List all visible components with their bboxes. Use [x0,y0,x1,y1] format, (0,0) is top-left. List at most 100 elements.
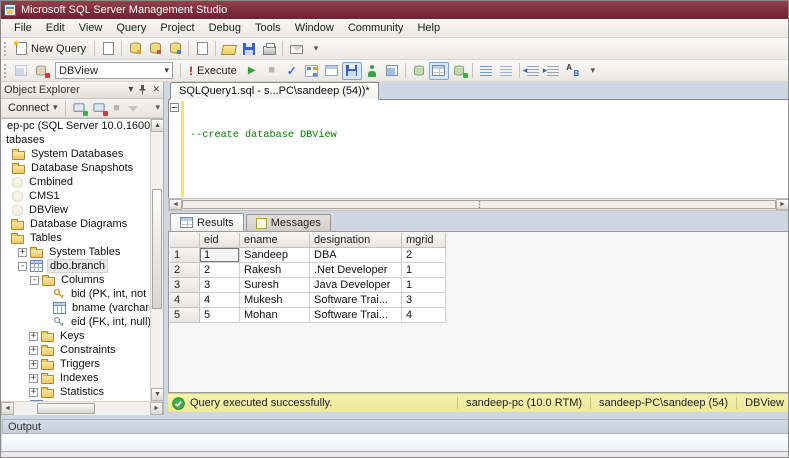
menu-window[interactable]: Window [288,20,341,36]
tree-horizontal-scrollbar[interactable] [1,401,163,415]
change-connection-icon[interactable] [31,62,51,80]
sql-editor[interactable]: --create database DBView --create table … [168,100,788,198]
grid-column-header[interactable]: mgrid [402,233,446,248]
grid-cell[interactable]: Mukesh [240,293,310,308]
scrollbar-thumb[interactable] [37,403,95,414]
tree-item-constraints[interactable]: + Constraints [1,343,163,357]
results-to-grid-icon[interactable] [428,61,449,80]
menu-help[interactable]: Help [410,20,447,36]
envelope-icon[interactable] [286,40,306,58]
scroll-right-icon[interactable] [776,199,788,210]
tree-item-triggers[interactable]: + Triggers [1,357,163,371]
save-icon[interactable] [239,40,259,58]
grid-column-header[interactable]: eid [200,233,240,248]
expander-icon[interactable]: + [29,373,38,383]
outline-collapse-icon[interactable] [170,103,179,112]
document-tab[interactable]: SQLQuery1.sql - s...PC\sandeep (54))* [170,82,379,100]
expander-icon[interactable]: + [29,387,38,397]
grid-cell[interactable]: 2 [402,248,446,263]
row-header[interactable]: 1 [170,248,200,263]
grid-cell[interactable]: 1 [402,278,446,293]
expander-icon[interactable]: + [29,331,38,341]
analysis-services-xmla-query-icon[interactable] [165,40,185,58]
tree-item-bid-column[interactable]: bid (PK, int, not n [1,287,163,301]
grid-cell[interactable]: 1 [200,248,240,263]
grid-cell[interactable]: 4 [402,308,446,323]
toolbar-grip[interactable] [4,41,7,56]
grid-cell[interactable]: 3 [402,293,446,308]
tree-item-databases[interactable]: tabases [1,133,163,147]
decrease-indent-icon[interactable] [523,62,543,80]
menu-query[interactable]: Query [109,20,153,36]
row-header[interactable]: 4 [170,293,200,308]
menu-project[interactable]: Project [153,20,201,36]
parse-query-icon[interactable] [282,62,302,80]
toolbar-grip[interactable] [4,63,7,78]
increase-indent-icon[interactable] [543,62,563,80]
menu-file[interactable]: File [7,20,39,36]
scroll-right-icon[interactable] [150,402,163,415]
database-engine-query-icon[interactable] [98,40,118,58]
execute-button[interactable]: ! Execute [184,62,242,80]
tree-item-database-diagrams[interactable]: Database Diagrams [1,217,163,231]
results-to-text-icon[interactable] [409,62,429,80]
grid-cell[interactable]: .Net Developer [310,263,402,278]
analyze-query-dta-icon[interactable] [362,62,382,80]
connect-button[interactable]: Connect [4,101,62,115]
tree-item-cms1[interactable]: CMS1 [1,189,163,203]
tree-item-indexes[interactable]: + Indexes [1,371,163,385]
expander-icon[interactable]: - [18,261,27,271]
grid-cell[interactable]: 2 [200,263,240,278]
grid-cell[interactable]: Sandeep [240,248,310,263]
tree-item-system-tables[interactable]: + System Tables [1,245,163,259]
grid-column-header[interactable]: ename [240,233,310,248]
grid-cell[interactable]: Software Trai... [310,293,402,308]
row-header[interactable]: 5 [170,308,200,323]
window-position-icon[interactable] [128,85,133,95]
tree-item-system-databases[interactable]: System Databases [1,147,163,161]
grid-cell[interactable]: 4 [200,293,240,308]
debug-play-icon[interactable] [242,62,262,80]
editor-horizontal-scrollbar[interactable] [168,198,788,211]
display-estimated-plan-icon[interactable] [302,62,322,80]
tree-item-statistics[interactable]: + Statistics [1,385,163,399]
tree-item-columns[interactable]: - Columns [1,273,163,287]
scroll-left-icon[interactable] [1,402,14,415]
close-icon[interactable] [152,85,160,95]
expander-icon[interactable]: + [18,247,27,257]
expander-icon[interactable]: - [30,275,39,285]
tree-item-dbview[interactable]: DBView [1,203,163,217]
grid-column-header[interactable]: designation [310,233,402,248]
scroll-up-icon[interactable] [151,119,163,132]
grid-cell[interactable]: DBA [310,248,402,263]
tree-item-eid-column[interactable]: eid (FK, int, null) [1,315,163,329]
menu-tools[interactable]: Tools [248,20,288,36]
grid-cell[interactable]: 3 [200,278,240,293]
tab-messages[interactable]: Messages [245,214,331,231]
connect-object-icon[interactable] [69,100,89,117]
row-header[interactable]: 2 [170,263,200,278]
toolbar-overflow-icon[interactable] [583,62,603,80]
comment-lines-icon[interactable] [476,62,496,80]
grid-cell[interactable]: 5 [200,308,240,323]
print-icon[interactable] [259,40,279,58]
uncomment-lines-icon[interactable] [496,62,516,80]
app-icon[interactable] [4,4,16,16]
tree-vertical-scrollbar[interactable] [150,119,163,401]
scroll-left-icon[interactable] [169,199,182,210]
grid-cell[interactable]: Mohan [240,308,310,323]
open-document-icon[interactable] [192,40,212,58]
toolbar-overflow-icon[interactable] [306,40,326,58]
expander-icon[interactable]: + [29,359,38,369]
available-databases-icon[interactable] [11,62,31,80]
analysis-services-dmx-query-icon[interactable] [145,40,165,58]
tree-item-cmbined[interactable]: Cmbined [1,175,163,189]
menu-community[interactable]: Community [341,20,411,36]
template-parameters-icon[interactable] [563,62,583,80]
grid-cell[interactable]: Software Trai... [310,308,402,323]
menu-view[interactable]: View [72,20,110,36]
database-combobox[interactable]: DBView [55,62,173,79]
grid-cell[interactable]: Java Developer [310,278,402,293]
scrollbar-thumb[interactable] [182,200,776,209]
new-query-button[interactable]: New Query [11,38,91,57]
